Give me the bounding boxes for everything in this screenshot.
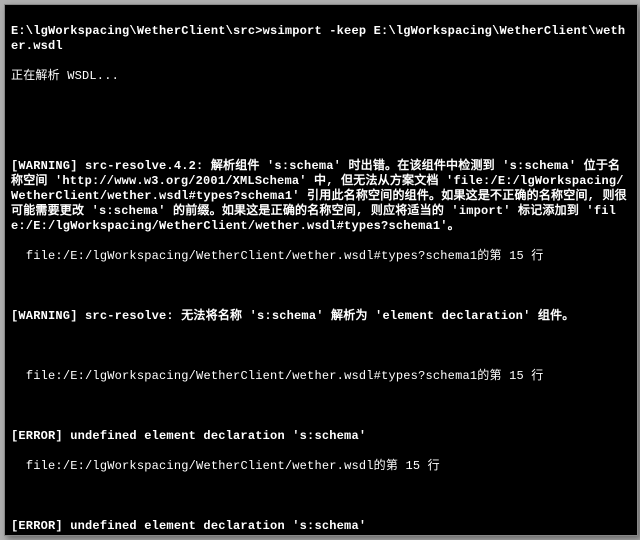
parsing-msg: 正在解析 WSDL... [11,69,631,84]
error2: [ERROR] undefined element declaration 's… [11,519,631,534]
warning2-location: file:/E:/lgWorkspacing/WetherClient/weth… [11,369,631,384]
terminal-output[interactable]: E:\lgWorkspacing\WetherClient\src>wsimpo… [5,5,637,535]
warning2: [WARNING] src-resolve: 无法将名称 's:schema' … [11,309,631,324]
warning1: [WARNING] src-resolve.4.2: 解析组件 's:schem… [11,159,631,234]
error1: [ERROR] undefined element declaration 's… [11,429,631,444]
error1-location: file:/E:/lgWorkspacing/WetherClient/weth… [11,459,631,474]
warning1-location: file:/E:/lgWorkspacing/WetherClient/weth… [11,249,631,264]
terminal-window: E:\lgWorkspacing\WetherClient\src>wsimpo… [4,4,638,536]
command-line: E:\lgWorkspacing\WetherClient\src>wsimpo… [11,24,631,54]
